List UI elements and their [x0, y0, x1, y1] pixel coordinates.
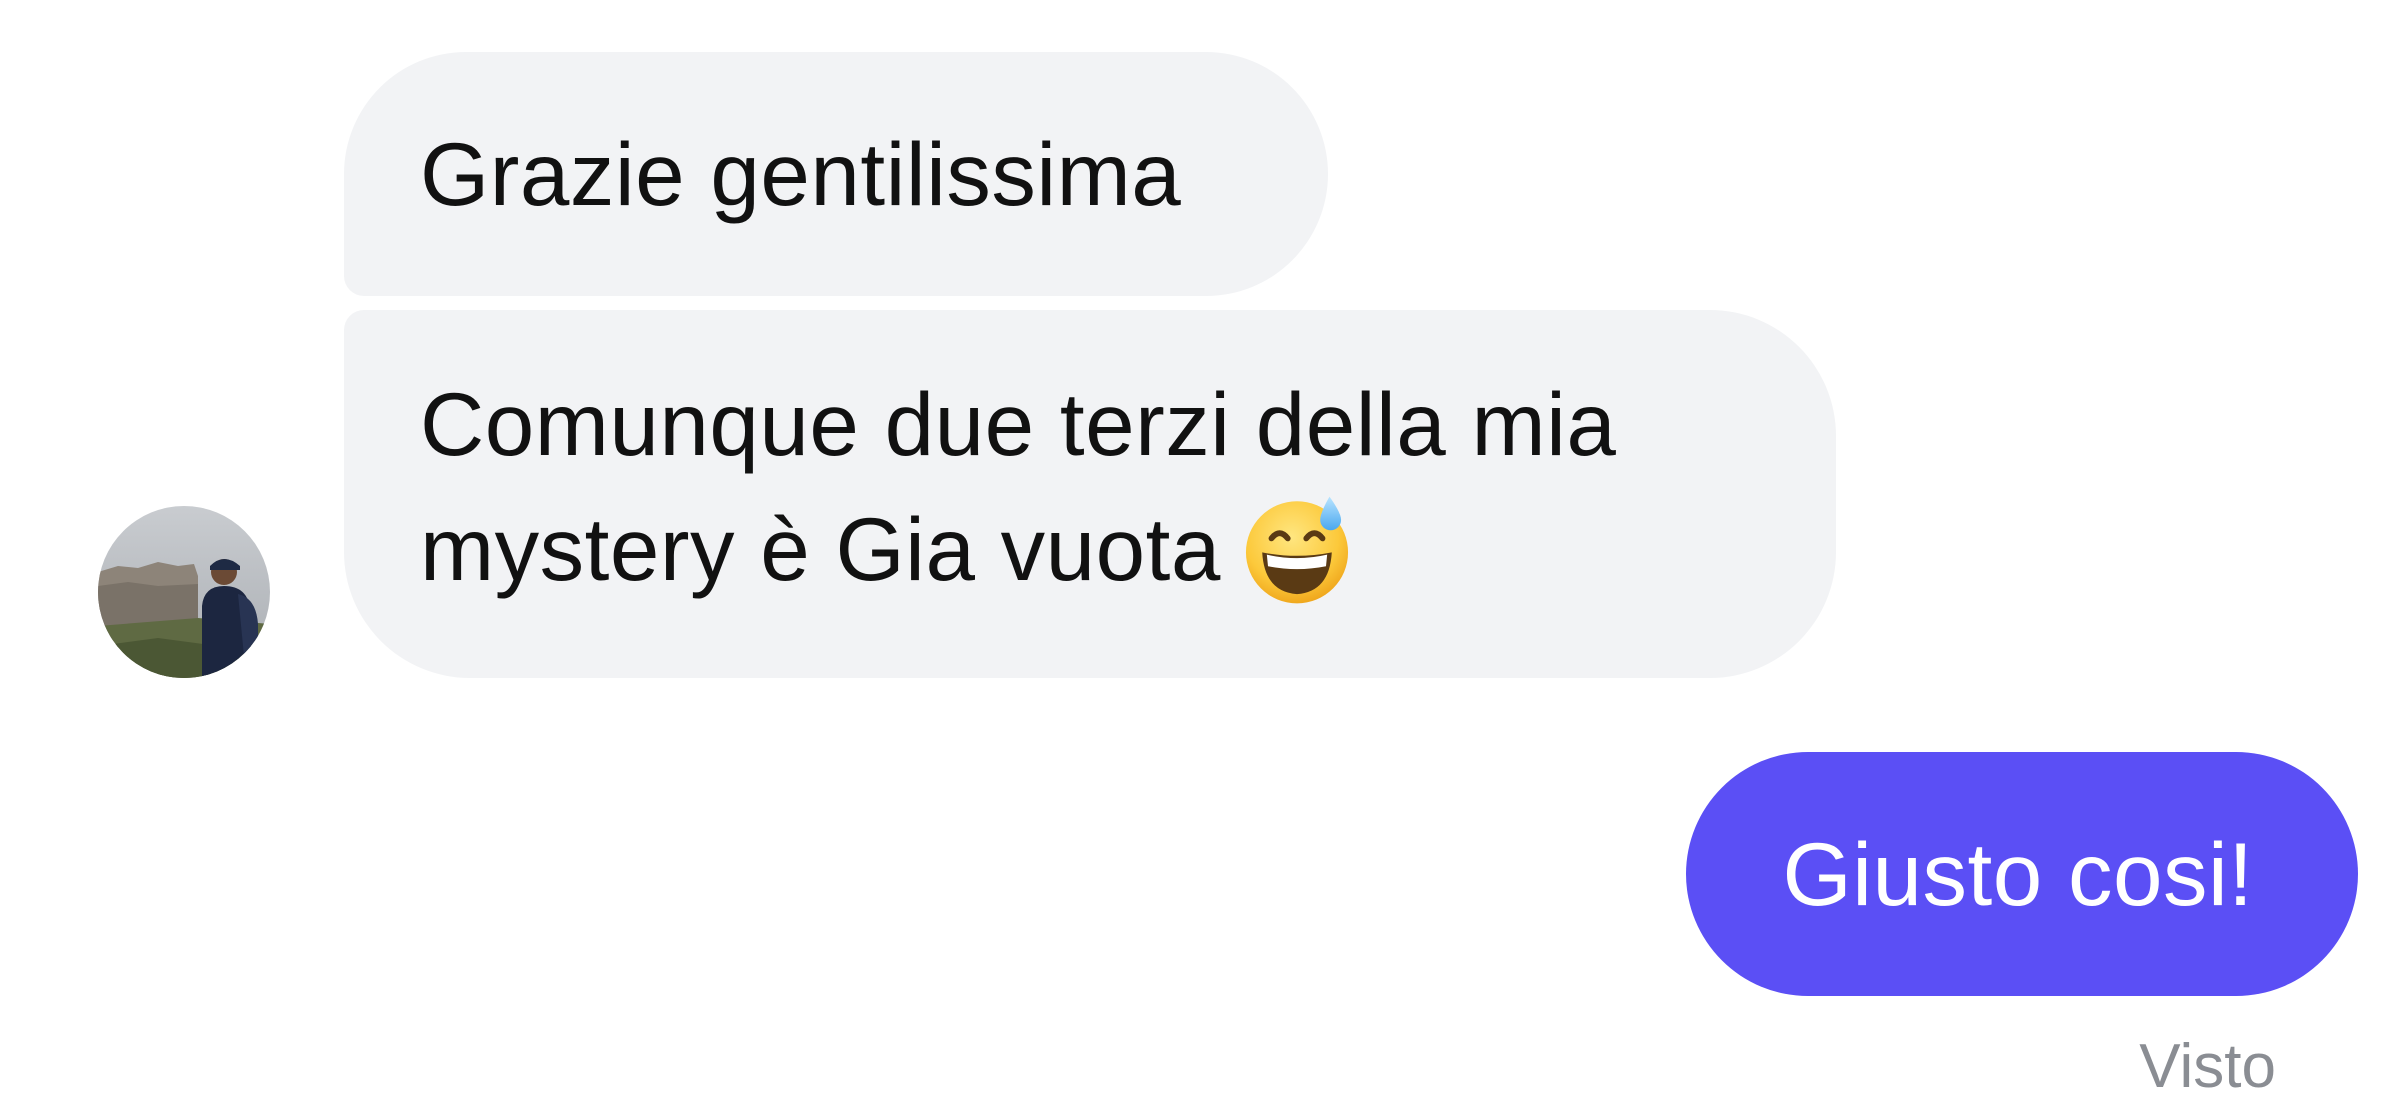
message-text-line: Comunque due terzi della mia — [420, 374, 1617, 474]
user-avatar-photo — [98, 506, 270, 678]
grinning-face-with-sweat-icon — [1245, 497, 1348, 604]
seen-status: Visto — [2139, 1032, 2276, 1101]
message-text: Giusto cosi! — [1782, 823, 2254, 924]
outgoing-message-bubble[interactable]: Giusto cosi! — [1686, 752, 2358, 996]
incoming-message-bubble[interactable]: Comunque due terzi della mia mystery è G… — [344, 310, 1836, 678]
incoming-message-bubble[interactable]: Grazie gentilissima — [344, 52, 1328, 296]
message-text-line: mystery è Gia vuota — [420, 499, 1221, 599]
chat-thread: Grazie gentilissima Comunque due terzi d… — [0, 0, 2400, 1111]
message-text-line-with-emoji: mystery è Gia vuota — [420, 487, 1836, 612]
message-text: Grazie gentilissima — [420, 123, 1182, 224]
avatar[interactable] — [98, 506, 270, 678]
